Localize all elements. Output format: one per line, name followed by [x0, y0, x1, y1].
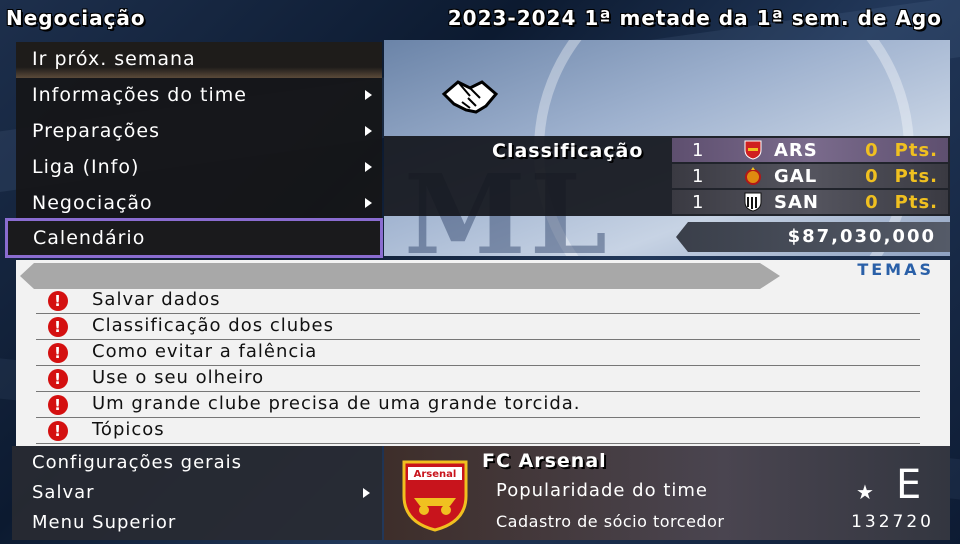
galatasaray-crest-icon [745, 167, 761, 185]
menu-item-label: Liga (Info) [32, 156, 140, 178]
topic-item[interactable]: ! Salvar dados [36, 288, 920, 314]
alert-icon: ! [48, 395, 68, 415]
arrow-right-icon [365, 90, 372, 100]
arrow-right-icon [363, 488, 370, 498]
menu-item-general-settings[interactable]: Configurações gerais [12, 448, 382, 478]
points-label: Pts. [894, 192, 938, 213]
balance-display: $87,030,000 [676, 222, 950, 252]
standings-team: SAN [774, 192, 819, 213]
menu-item-label: Preparações [32, 120, 161, 142]
arrow-right-icon [365, 126, 372, 136]
alert-icon: ! [48, 421, 68, 441]
standings-points: 0 [865, 192, 879, 213]
menu-item-save[interactable]: Salvar [12, 478, 382, 508]
arsenal-crest-icon [744, 140, 762, 160]
members-label: Cadastro de sócio torcedor [496, 512, 725, 531]
standings-points: 0 [865, 166, 879, 187]
menu-item-preparations[interactable]: Preparações [16, 114, 382, 150]
standings-row: 1 ARS 0 Pts. [672, 138, 948, 162]
topic-text: Um grande clube precisa de uma grande to… [92, 393, 581, 414]
topics-panel: TEMAS ! Salvar dados ! Classificação dos… [16, 260, 950, 446]
menu-item-label: Negociação [32, 192, 153, 214]
crest-text: Arsenal [414, 469, 457, 480]
menu-item-calendar[interactable]: Calendário [5, 218, 383, 258]
arrow-right-icon [365, 162, 372, 172]
club-info-panel: Arsenal FC Arsenal Popularidade do time … [384, 446, 950, 540]
menu-item-next-week[interactable]: Ir próx. semana [16, 42, 382, 78]
topic-item[interactable]: ! Tópicos [36, 418, 920, 444]
bottom-menu: Configurações gerais Salvar Menu Superio… [12, 446, 382, 540]
standings-title: Classificação [492, 140, 644, 162]
topic-item[interactable]: ! Como evitar a falência [36, 340, 920, 366]
menu-item-label: Salvar [32, 482, 95, 503]
members-count: 132720 [851, 512, 934, 532]
points-label: Pts. [894, 166, 938, 187]
menu-item-negotiation[interactable]: Negociação [16, 186, 382, 222]
topic-text: Classificação dos clubes [92, 315, 335, 336]
topic-text: Salvar dados [92, 289, 221, 310]
standings-team: ARS [774, 140, 818, 161]
standings-position: 1 [692, 166, 705, 187]
popularity-grade: E [896, 462, 923, 508]
club-name: FC Arsenal [482, 450, 607, 472]
standings-row: 1 GAL 0 Pts. [672, 164, 948, 188]
topic-item[interactable]: ! Um grande clube precisa de uma grande … [36, 392, 920, 418]
points-label: Pts. [894, 140, 938, 161]
alert-icon: ! [48, 291, 68, 311]
topics-header-bar [20, 263, 780, 289]
topic-text: Como evitar a falência [92, 341, 318, 362]
standings-points: 0 [865, 140, 879, 161]
alert-icon: ! [48, 343, 68, 363]
season-date: 2023-2024 1ª metade da 1ª sem. de Ago [447, 6, 942, 30]
topic-text: Use o seu olheiro [92, 367, 265, 388]
topics-label: TEMAS [857, 260, 934, 279]
handshake-icon [441, 80, 499, 114]
menu-item-label: Calendário [33, 227, 146, 249]
topic-item[interactable]: ! Use o seu olheiro [36, 366, 920, 392]
menu-item-label: Menu Superior [32, 512, 177, 533]
menu-item-label: Configurações gerais [32, 452, 242, 473]
standings-position: 1 [692, 140, 705, 161]
standings-team: GAL [774, 166, 818, 187]
menu-item-label: Ir próx. semana [32, 48, 196, 70]
menu-item-team-info[interactable]: Informações do time [16, 78, 382, 114]
menu-item-top-menu[interactable]: Menu Superior [12, 508, 382, 538]
popularity-label: Popularidade do time [496, 480, 708, 501]
alert-icon: ! [48, 317, 68, 337]
standings-position: 1 [692, 192, 705, 213]
header-bar: Negociação 2023-2024 1ª metade da 1ª sem… [0, 0, 960, 38]
standings-row: 1 SAN 0 Pts. [672, 190, 948, 214]
standings-panel: Classificação 1 ARS 0 Pts. 1 GAL 0 Pts. 1 … [384, 136, 950, 216]
star-icon: ★ [856, 480, 874, 504]
menu-item-label: Informações do time [32, 84, 247, 106]
page-title: Negociação [6, 6, 146, 30]
main-menu: Ir próx. semana Informações do time Prep… [5, 42, 383, 258]
santos-crest-icon [744, 192, 762, 212]
balance-value: $87,030,000 [787, 226, 936, 247]
menu-item-league-info[interactable]: Liga (Info) [16, 150, 382, 186]
alert-icon: ! [48, 369, 68, 389]
arrow-right-icon [365, 198, 372, 208]
arsenal-crest-icon: Arsenal [402, 460, 468, 532]
topic-item[interactable]: ! Classificação dos clubes [36, 314, 920, 340]
topic-text: Tópicos [92, 419, 165, 440]
